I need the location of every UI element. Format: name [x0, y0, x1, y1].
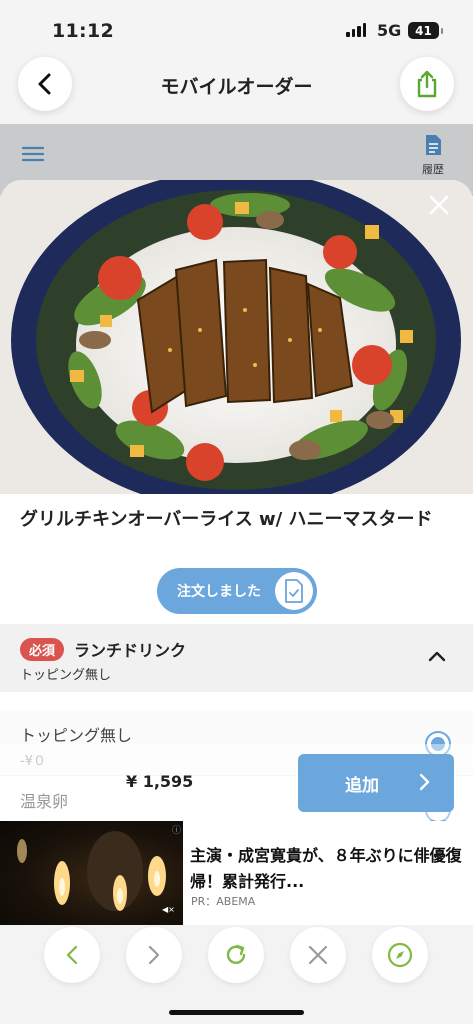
ad-headline: 主演・成宮寛貴が、８年ぶりに俳優復帰！累計発行... [190, 846, 462, 891]
close-tab-icon [308, 945, 328, 965]
compass-button[interactable] [372, 927, 428, 983]
section-title: ランチドリンク [74, 641, 187, 660]
browser-back-icon [66, 945, 78, 965]
network-label: 5G [377, 21, 402, 40]
mute-icon[interactable]: ◀× [162, 905, 175, 914]
ad-source: PR：ABEMA [191, 895, 256, 908]
close-tab-button[interactable] [290, 927, 346, 983]
history-button[interactable]: 履歴 [418, 134, 448, 177]
browser-forward-button[interactable] [126, 927, 182, 983]
ad-thumbnail[interactable]: ◀× [0, 821, 183, 925]
product-image [0, 180, 473, 494]
chevron-right-icon [419, 773, 430, 791]
document-check-icon [275, 572, 313, 610]
product-title: グリルチキンオーバーライス w/ ハニーマスタード [20, 509, 433, 530]
compass-icon [387, 942, 413, 968]
section-selected-summary: トッピング無し [20, 668, 112, 683]
ordered-label: 注文しました [177, 584, 261, 600]
share-button[interactable] [400, 57, 454, 111]
close-icon [429, 195, 449, 215]
ad-banner[interactable]: ◀× ⓘ 主演・成宮寛貴が、８年ぶりに俳優復帰！累計発行... PR：ABEMA [0, 821, 473, 925]
reload-icon [226, 944, 246, 964]
add-button[interactable]: 追加 [298, 754, 454, 812]
signal-icon [346, 23, 366, 37]
ad-info-icon[interactable]: ⓘ [172, 823, 181, 836]
option-name: トッピング無し [20, 726, 133, 745]
status-bar: 11:12 5G 41 [0, 0, 473, 58]
menu-icon [21, 146, 45, 162]
required-badge: 必須 [20, 638, 65, 661]
ordered-button[interactable]: 注文しました [157, 568, 317, 614]
close-button[interactable] [424, 190, 454, 220]
history-label: 履歴 [422, 163, 444, 176]
history-icon [426, 135, 441, 155]
browser-toolbar [0, 925, 473, 1024]
battery-icon: 41 [408, 22, 443, 39]
status-time: 11:12 [52, 20, 114, 42]
chevron-up-icon [428, 651, 446, 662]
order-footer: ¥ 1,595 追加 [0, 744, 473, 820]
add-label: 追加 [345, 775, 379, 796]
total-price: ¥ 1,595 [126, 772, 194, 791]
browser-back-button[interactable] [44, 927, 100, 983]
menu-button[interactable] [21, 146, 45, 166]
option-section-header[interactable]: 必須 ランチドリンク トッピング無し [0, 624, 473, 692]
share-icon [417, 70, 437, 98]
reload-button[interactable] [208, 927, 264, 983]
nav-bar: モバイルオーダー [0, 57, 473, 124]
browser-forward-icon [148, 945, 160, 965]
home-indicator [169, 1010, 304, 1015]
